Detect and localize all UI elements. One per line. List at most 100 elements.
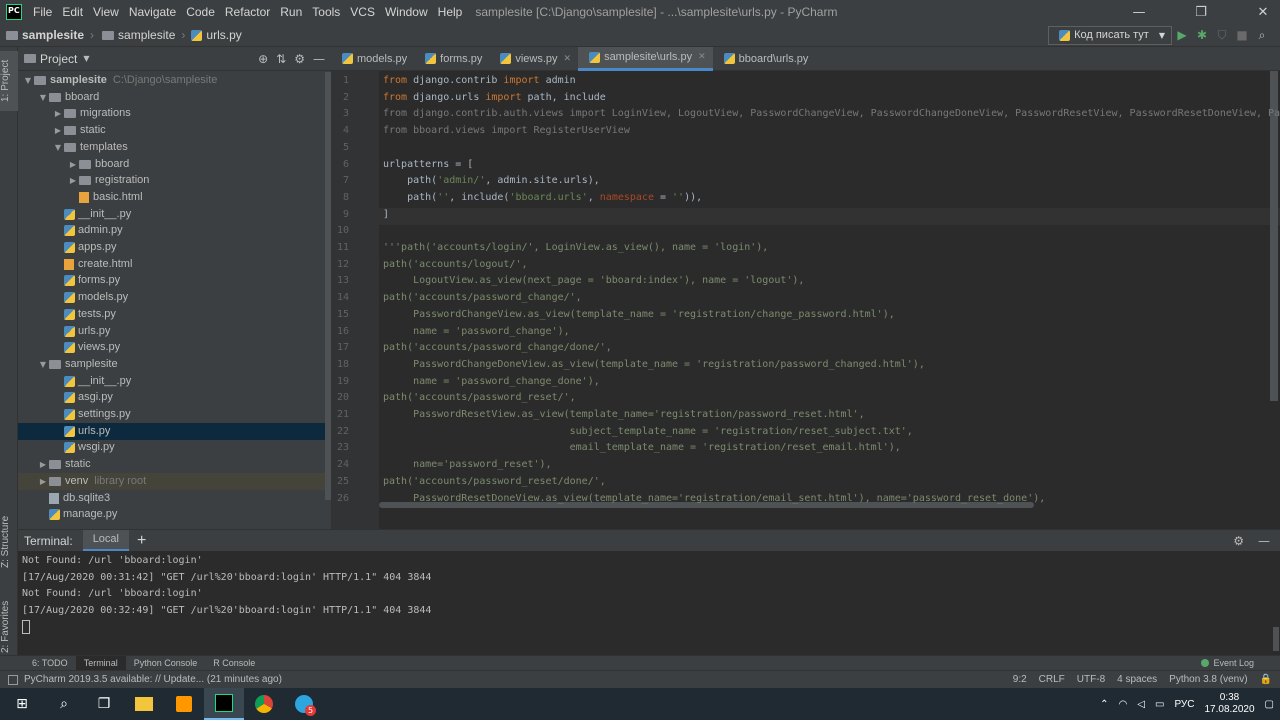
tree-item[interactable]: tests.py (18, 306, 325, 323)
tree-item[interactable]: wsgi.py (18, 439, 325, 456)
favorites-tool-tab[interactable]: 2: Favorites (0, 592, 18, 662)
battery-icon[interactable]: ▭ (1155, 699, 1164, 710)
panel-toggle-icon[interactable] (8, 674, 18, 685)
collapse-all-icon[interactable]: ⇅ (276, 52, 286, 66)
volume-icon[interactable]: ◁ (1137, 699, 1145, 710)
collapsed-arrow-icon[interactable]: ▶ (52, 122, 64, 139)
tree-item[interactable]: create.html (18, 256, 325, 273)
task-view-icon[interactable]: ❐ (84, 688, 124, 720)
menu-navigate[interactable]: Navigate (124, 0, 181, 24)
indent-setting[interactable]: 4 spaces (1117, 674, 1157, 685)
breadcrumb-file[interactable]: urls.py (187, 28, 242, 42)
python-console-tab[interactable]: Python Console (126, 656, 206, 671)
tree-item[interactable]: ▶ migrations (18, 105, 325, 122)
telegram-icon[interactable]: 5 (284, 688, 324, 720)
close-tab-icon[interactable]: ✕ (564, 54, 572, 64)
close-tab-icon[interactable]: ✕ (698, 52, 706, 62)
language-indicator[interactable]: РУС (1174, 699, 1194, 710)
collapsed-arrow-icon[interactable]: ▶ (37, 456, 49, 473)
tree-item[interactable]: ▼ templates (18, 139, 325, 156)
gear-icon[interactable]: ⚙ (294, 52, 305, 66)
menu-window[interactable]: Window (380, 0, 433, 24)
editor-tab[interactable]: bboard\urls.py (713, 47, 816, 71)
terminal-output[interactable]: Not Found: /url 'bboard:login' [17/Aug/2… (18, 551, 1280, 655)
collapsed-arrow-icon[interactable]: ▶ (37, 473, 49, 490)
event-log-tab[interactable]: Event Log (1193, 656, 1262, 671)
menu-file[interactable]: File (28, 0, 57, 24)
expanded-arrow-icon[interactable]: ▼ (37, 356, 49, 373)
stop-icon[interactable]: ■ (1232, 28, 1252, 42)
lock-icon[interactable]: 🔒 (1260, 674, 1272, 685)
tree-item[interactable]: __init__.py (18, 373, 325, 390)
tree-item[interactable]: ▶ registration (18, 172, 325, 189)
menu-view[interactable]: View (88, 0, 124, 24)
structure-tool-tab[interactable]: Z: Structure (0, 507, 18, 577)
pycharm-taskbar-icon[interactable] (204, 688, 244, 720)
menu-help[interactable]: Help (433, 0, 468, 24)
menu-refactor[interactable]: Refactor (220, 0, 275, 24)
tree-item[interactable]: ▼ bboard (18, 89, 325, 106)
r-console-tab[interactable]: R Console (205, 656, 263, 671)
tree-item[interactable]: views.py (18, 339, 325, 356)
menu-vcs[interactable]: VCS (345, 0, 380, 24)
collapsed-arrow-icon[interactable]: ▶ (67, 172, 79, 189)
expanded-arrow-icon[interactable]: ▼ (52, 139, 64, 156)
terminal-tool-tab[interactable]: Terminal (75, 655, 126, 671)
tree-item[interactable]: urls.py (18, 323, 325, 340)
tree-item[interactable]: ▼ samplesite (18, 356, 325, 373)
clock[interactable]: 0:38 17.08.2020 (1204, 692, 1254, 716)
debug-icon[interactable]: ✱ (1192, 28, 1212, 42)
tree-item[interactable]: asgi.py (18, 389, 325, 406)
status-message[interactable]: PyCharm 2019.3.5 available: // Update...… (24, 674, 282, 685)
hide-panel-icon[interactable]: — (313, 52, 325, 66)
chrome-icon[interactable] (244, 688, 284, 720)
tree-item[interactable]: models.py (18, 289, 325, 306)
breadcrumb-root[interactable]: samplesite (0, 28, 84, 42)
tree-item[interactable]: db.sqlite3 (18, 490, 325, 507)
tree-item[interactable]: ▶ static (18, 122, 325, 139)
line-separator[interactable]: CRLF (1039, 674, 1065, 685)
project-view-select[interactable]: Project (40, 52, 77, 66)
terminal-scrollbar[interactable] (1273, 627, 1279, 651)
menu-tools[interactable]: Tools (307, 0, 345, 24)
tree-item[interactable]: apps.py (18, 239, 325, 256)
editor-tab[interactable]: views.py ✕ (489, 47, 578, 71)
collapsed-arrow-icon[interactable]: ▶ (52, 105, 64, 122)
interpreter-setting[interactable]: Python 3.8 (venv) (1169, 674, 1247, 685)
tree-item[interactable]: ▶ bboard (18, 156, 325, 173)
search-icon[interactable]: ⌕ (44, 688, 84, 720)
minimize-button[interactable]: — (1122, 5, 1156, 20)
tree-item[interactable]: urls.py (18, 422, 325, 440)
editor-tab[interactable]: models.py (331, 47, 414, 71)
breadcrumb-package[interactable]: samplesite (96, 28, 175, 42)
code-editor[interactable]: from django.contrib import admin from dja… (379, 71, 1280, 529)
coverage-icon[interactable]: ⛉ (1212, 28, 1232, 43)
expanded-arrow-icon[interactable]: ▼ (37, 89, 49, 106)
tree-item[interactable]: manage.py (18, 506, 325, 523)
tree-item[interactable]: ▼ samplesite C:\Django\samplesite (18, 72, 325, 89)
project-tool-tab[interactable]: 1: Project (0, 51, 18, 111)
windows-start-icon[interactable]: ⊞ (0, 688, 44, 720)
collapsed-arrow-icon[interactable]: ▶ (67, 156, 79, 173)
tree-item[interactable]: basic.html (18, 189, 325, 206)
file-encoding[interactable]: UTF-8 (1077, 674, 1105, 685)
hide-panel-icon[interactable]: — (1258, 534, 1270, 548)
tree-item[interactable]: __init__.py (18, 206, 325, 223)
caret-position[interactable]: 9:2 (1013, 674, 1027, 685)
tree-item[interactable]: forms.py (18, 272, 325, 289)
expanded-arrow-icon[interactable]: ▼ (22, 72, 34, 89)
menu-run[interactable]: Run (275, 0, 307, 24)
menu-code[interactable]: Code (181, 0, 220, 24)
file-explorer-icon[interactable] (124, 688, 164, 720)
editor-tab[interactable]: samplesite\urls.py ✕ (578, 46, 713, 71)
sublime-icon[interactable] (164, 688, 204, 720)
terminal-tab-local[interactable]: Local (82, 529, 129, 552)
gear-icon[interactable]: ⚙ (1233, 534, 1244, 548)
menu-edit[interactable]: Edit (57, 0, 88, 24)
maximize-button[interactable]: ❐ (1184, 5, 1218, 20)
tree-item[interactable]: ▶ static (18, 456, 325, 473)
todo-tab[interactable]: 6: TODO (24, 656, 76, 671)
editor-tab[interactable]: forms.py (414, 47, 489, 71)
run-icon[interactable]: ▶ (1172, 28, 1192, 42)
chevron-up-icon[interactable]: ⌃ (1100, 699, 1108, 710)
